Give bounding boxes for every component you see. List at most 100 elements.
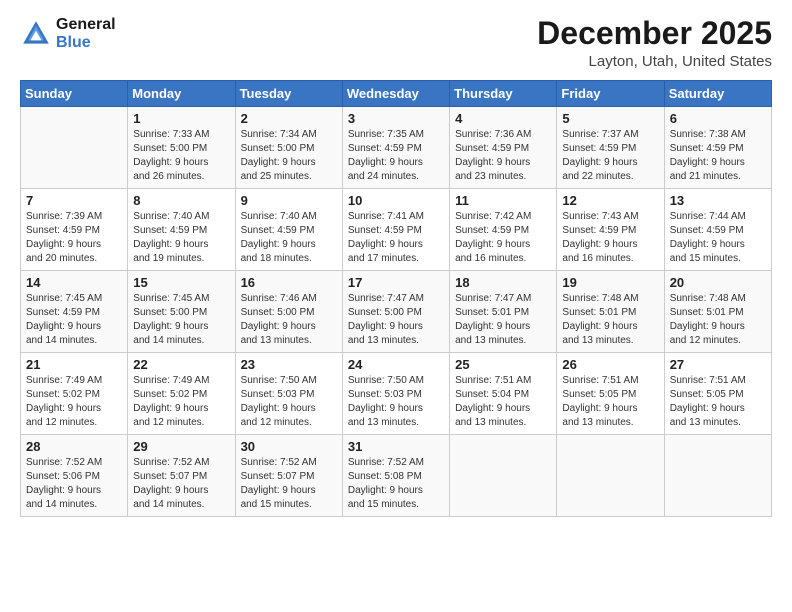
day-number: 15 — [133, 275, 229, 290]
calendar-cell: 10 Sunrise: 7:41 AM Sunset: 4:59 PM Dayli… — [342, 189, 449, 271]
calendar-cell: 20Sunrise: 7:48 AM Sunset: 5:01 PM Dayli… — [664, 271, 771, 353]
weekday-header: Friday — [557, 81, 664, 107]
cell-info: Sunrise: 7:52 AM Sunset: 5:06 PM Dayligh… — [26, 456, 122, 512]
day-number: 3 — [348, 111, 444, 126]
cell-info: Sunrise: 7:35 AM Sunset: 4:59 PM Dayligh… — [348, 128, 444, 184]
calendar-cell: 7 Sunrise: 7:39 AM Sunset: 4:59 PM Daylig… — [21, 189, 128, 271]
cell-info: Sunrise: 7:51 AM Sunset: 5:04 PM Dayligh… — [455, 374, 551, 430]
day-number: 8 — [133, 193, 229, 208]
day-number: 11 — [455, 193, 551, 208]
cell-info: Sunrise: 7:38 AM Sunset: 4:59 PM Dayligh… — [670, 128, 766, 184]
cell-info: Sunrise: 7:50 AM Sunset: 5:03 PM Dayligh… — [348, 374, 444, 430]
calendar-cell: 24 Sunrise: 7:50 AM Sunset: 5:03 PM Dayli… — [342, 353, 449, 435]
day-number: 31 — [348, 439, 444, 454]
cell-info: Sunrise: 7:52 AM Sunset: 5:07 PM Dayligh… — [133, 456, 229, 512]
day-number: 27 — [670, 357, 766, 372]
day-number: 26 — [562, 357, 658, 372]
calendar-body: 1 Sunrise: 7:33 AM Sunset: 5:00 PM Daylig… — [21, 107, 772, 517]
calendar-cell: 6 Sunrise: 7:38 AM Sunset: 4:59 PM Daylig… — [664, 107, 771, 189]
day-number: 23 — [241, 357, 337, 372]
cell-info: Sunrise: 7:40 AM Sunset: 4:59 PM Dayligh… — [241, 210, 337, 266]
cell-info: Sunrise: 7:40 AM Sunset: 4:59 PM Dayligh… — [133, 210, 229, 266]
location: Layton, Utah, United States — [537, 53, 772, 70]
calendar-header: SundayMondayTuesdayWednesdayThursdayFrid… — [21, 81, 772, 107]
cell-info: Sunrise: 7:52 AM Sunset: 5:07 PM Dayligh… — [241, 456, 337, 512]
page-container: General Blue December 2025 Layton, Utah,… — [0, 0, 792, 527]
calendar-cell — [664, 435, 771, 517]
cell-info: Sunrise: 7:51 AM Sunset: 5:05 PM Dayligh… — [562, 374, 658, 430]
cell-info: Sunrise: 7:45 AM Sunset: 5:00 PM Dayligh… — [133, 292, 229, 348]
cell-info: Sunrise: 7:46 AM Sunset: 5:00 PM Dayligh… — [241, 292, 337, 348]
day-number: 28 — [26, 439, 122, 454]
weekday-header: Monday — [128, 81, 235, 107]
calendar-cell: 14 Sunrise: 7:45 AM Sunset: 4:59 PM Dayli… — [21, 271, 128, 353]
day-number: 18 — [455, 275, 551, 290]
cell-info: Sunrise: 7:51 AM Sunset: 5:05 PM Dayligh… — [670, 374, 766, 430]
calendar-cell: 19 Sunrise: 7:48 AM Sunset: 5:01 PM Dayli… — [557, 271, 664, 353]
calendar-cell: 26 Sunrise: 7:51 AM Sunset: 5:05 PM Dayli… — [557, 353, 664, 435]
cell-info: Sunrise: 7:39 AM Sunset: 4:59 PM Dayligh… — [26, 210, 122, 266]
day-number: 7 — [26, 193, 122, 208]
day-number: 9 — [241, 193, 337, 208]
weekday-header: Wednesday — [342, 81, 449, 107]
calendar-table: SundayMondayTuesdayWednesdayThursdayFrid… — [20, 80, 772, 517]
calendar-cell: 2 Sunrise: 7:34 AM Sunset: 5:00 PM Daylig… — [235, 107, 342, 189]
cell-info: Sunrise: 7:49 AM Sunset: 5:02 PM Dayligh… — [26, 374, 122, 430]
cell-info: Sunrise: 7:34 AM Sunset: 5:00 PM Dayligh… — [241, 128, 337, 184]
cell-info: Sunrise: 7:48 AM Sunset: 5:01 PM Dayligh… — [562, 292, 658, 348]
calendar-cell: 8 Sunrise: 7:40 AM Sunset: 4:59 PM Daylig… — [128, 189, 235, 271]
calendar-cell: 22 Sunrise: 7:49 AM Sunset: 5:02 PM Dayli… — [128, 353, 235, 435]
day-number: 1 — [133, 111, 229, 126]
day-number: 21 — [26, 357, 122, 372]
calendar-cell — [450, 435, 557, 517]
cell-info: Sunrise: 7:33 AM Sunset: 5:00 PM Dayligh… — [133, 128, 229, 184]
calendar-cell: 28 Sunrise: 7:52 AM Sunset: 5:06 PM Dayli… — [21, 435, 128, 517]
day-number: 22 — [133, 357, 229, 372]
day-number: 2 — [241, 111, 337, 126]
calendar-cell — [21, 107, 128, 189]
cell-info: Sunrise: 7:45 AM Sunset: 4:59 PM Dayligh… — [26, 292, 122, 348]
day-number: 30 — [241, 439, 337, 454]
calendar-cell: 15 Sunrise: 7:45 AM Sunset: 5:00 PM Dayli… — [128, 271, 235, 353]
calendar-cell: 5Sunrise: 7:37 AM Sunset: 4:59 PM Daylig… — [557, 107, 664, 189]
cell-info: Sunrise: 7:42 AM Sunset: 4:59 PM Dayligh… — [455, 210, 551, 266]
day-number: 20 — [670, 275, 766, 290]
cell-info: Sunrise: 7:43 AM Sunset: 4:59 PM Dayligh… — [562, 210, 658, 266]
calendar-cell: 16 Sunrise: 7:46 AM Sunset: 5:00 PM Dayli… — [235, 271, 342, 353]
logo-text: General Blue — [56, 16, 116, 52]
cell-info: Sunrise: 7:47 AM Sunset: 5:01 PM Dayligh… — [455, 292, 551, 348]
day-number: 24 — [348, 357, 444, 372]
day-number: 19 — [562, 275, 658, 290]
calendar-cell — [557, 435, 664, 517]
cell-info: Sunrise: 7:49 AM Sunset: 5:02 PM Dayligh… — [133, 374, 229, 430]
calendar-cell: 3 Sunrise: 7:35 AM Sunset: 4:59 PM Daylig… — [342, 107, 449, 189]
calendar-cell: 13Sunrise: 7:44 AM Sunset: 4:59 PM Dayli… — [664, 189, 771, 271]
cell-info: Sunrise: 7:37 AM Sunset: 4:59 PM Dayligh… — [562, 128, 658, 184]
calendar-cell: 21 Sunrise: 7:49 AM Sunset: 5:02 PM Dayli… — [21, 353, 128, 435]
day-number: 6 — [670, 111, 766, 126]
day-number: 4 — [455, 111, 551, 126]
calendar-cell: 25 Sunrise: 7:51 AM Sunset: 5:04 PM Dayli… — [450, 353, 557, 435]
cell-info: Sunrise: 7:41 AM Sunset: 4:59 PM Dayligh… — [348, 210, 444, 266]
calendar-cell: 30 Sunrise: 7:52 AM Sunset: 5:07 PM Dayli… — [235, 435, 342, 517]
cell-info: Sunrise: 7:50 AM Sunset: 5:03 PM Dayligh… — [241, 374, 337, 430]
day-number: 14 — [26, 275, 122, 290]
title-block: December 2025 Layton, Utah, United State… — [537, 16, 772, 70]
weekday-header: Saturday — [664, 81, 771, 107]
day-number: 12 — [562, 193, 658, 208]
logo-icon — [20, 18, 52, 50]
weekday-header: Thursday — [450, 81, 557, 107]
cell-info: Sunrise: 7:44 AM Sunset: 4:59 PM Dayligh… — [670, 210, 766, 266]
day-number: 29 — [133, 439, 229, 454]
calendar-cell: 17Sunrise: 7:47 AM Sunset: 5:00 PM Dayli… — [342, 271, 449, 353]
day-number: 16 — [241, 275, 337, 290]
day-number: 10 — [348, 193, 444, 208]
calendar-cell: 9 Sunrise: 7:40 AM Sunset: 4:59 PM Daylig… — [235, 189, 342, 271]
month-title: December 2025 — [537, 16, 772, 51]
calendar-cell: 12 Sunrise: 7:43 AM Sunset: 4:59 PM Dayli… — [557, 189, 664, 271]
calendar-cell: 27 Sunrise: 7:51 AM Sunset: 5:05 PM Dayli… — [664, 353, 771, 435]
day-number: 17 — [348, 275, 444, 290]
cell-info: Sunrise: 7:36 AM Sunset: 4:59 PM Dayligh… — [455, 128, 551, 184]
day-number: 25 — [455, 357, 551, 372]
calendar-cell: 4 Sunrise: 7:36 AM Sunset: 4:59 PM Daylig… — [450, 107, 557, 189]
